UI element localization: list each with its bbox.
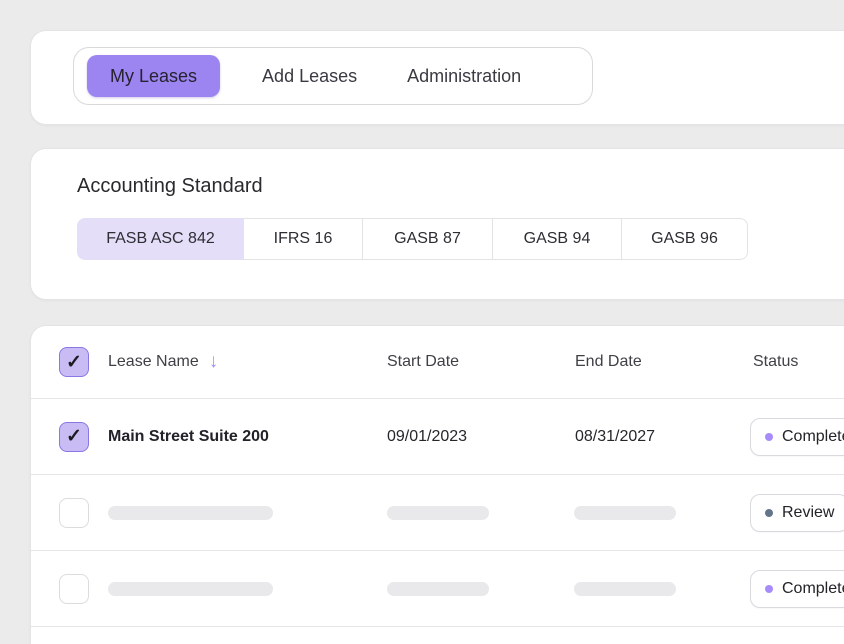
status-dot-icon <box>765 508 773 517</box>
status-label: Complete <box>782 427 844 445</box>
lease-name-cell: Main Street Suite 200 <box>108 427 269 445</box>
standard-option-gasb-94[interactable]: GASB 94 <box>492 218 622 260</box>
end-date-cell: 08/31/2027 <box>575 427 656 445</box>
tab-my-leases[interactable]: My Leases <box>87 55 221 97</box>
accounting-standard-segmented-control: FASB ASC 842 IFRS 16 GASB 87 GASB 94 GAS… <box>77 218 748 260</box>
column-header-lease-name[interactable]: Lease Name ↓ <box>108 351 218 373</box>
check-icon: ✓ <box>66 426 82 447</box>
standard-option-fasb-asc-842[interactable]: FASB ASC 842 <box>77 218 244 260</box>
table-header-row: ✓ Lease Name ↓ Start Date End Date Status <box>31 326 844 399</box>
lease-name-placeholder <box>108 581 273 596</box>
tab-add-leases[interactable]: Add Leases <box>262 66 357 87</box>
status-badge: Complete <box>750 569 844 608</box>
accounting-standard-title: Accounting Standard <box>77 175 263 197</box>
tab-group: My Leases Add Leases Administration <box>73 47 593 105</box>
column-header-lease-name-label: Lease Name <box>108 353 199 370</box>
standard-option-ifrs-16[interactable]: IFRS 16 <box>243 218 363 260</box>
column-header-status[interactable]: Status <box>753 353 798 371</box>
standard-option-gasb-96[interactable]: GASB 96 <box>621 218 748 260</box>
start-date-placeholder <box>387 505 489 520</box>
sort-descending-icon: ↓ <box>208 351 219 372</box>
status-badge: Review <box>750 493 844 532</box>
table-row[interactable]: ✓ Main Street Suite 200 09/01/2023 08/31… <box>31 399 844 475</box>
status-dot-icon <box>765 432 773 441</box>
lease-name-placeholder <box>108 505 273 520</box>
status-badge: Complete <box>750 417 844 456</box>
status-dot-icon <box>765 584 773 593</box>
tab-administration[interactable]: Administration <box>407 66 521 87</box>
lease-table-card: ✓ Lease Name ↓ Start Date End Date Status… <box>30 325 844 644</box>
table-row[interactable]: Review <box>31 475 844 551</box>
status-label: Complete <box>782 579 844 597</box>
app-screen: My Leases Add Leases Administration Acco… <box>0 0 844 644</box>
accounting-standard-card: Accounting Standard FASB ASC 842 IFRS 16… <box>30 148 844 300</box>
row-checkbox[interactable] <box>59 497 89 528</box>
tab-bar-card: My Leases Add Leases Administration <box>30 30 844 125</box>
start-date-cell: 09/01/2023 <box>387 427 468 445</box>
row-checkbox[interactable]: ✓ <box>59 421 89 452</box>
column-header-end-date[interactable]: End Date <box>575 353 642 371</box>
check-icon: ✓ <box>66 351 82 373</box>
status-label: Review <box>782 503 835 521</box>
end-date-placeholder <box>574 505 676 520</box>
row-checkbox[interactable] <box>59 573 89 604</box>
select-all-checkbox[interactable]: ✓ <box>59 347 89 377</box>
standard-option-gasb-87[interactable]: GASB 87 <box>362 218 493 260</box>
start-date-placeholder <box>387 581 489 596</box>
end-date-placeholder <box>574 581 676 596</box>
column-header-start-date[interactable]: Start Date <box>387 353 459 371</box>
table-row[interactable]: Complete <box>31 551 844 627</box>
